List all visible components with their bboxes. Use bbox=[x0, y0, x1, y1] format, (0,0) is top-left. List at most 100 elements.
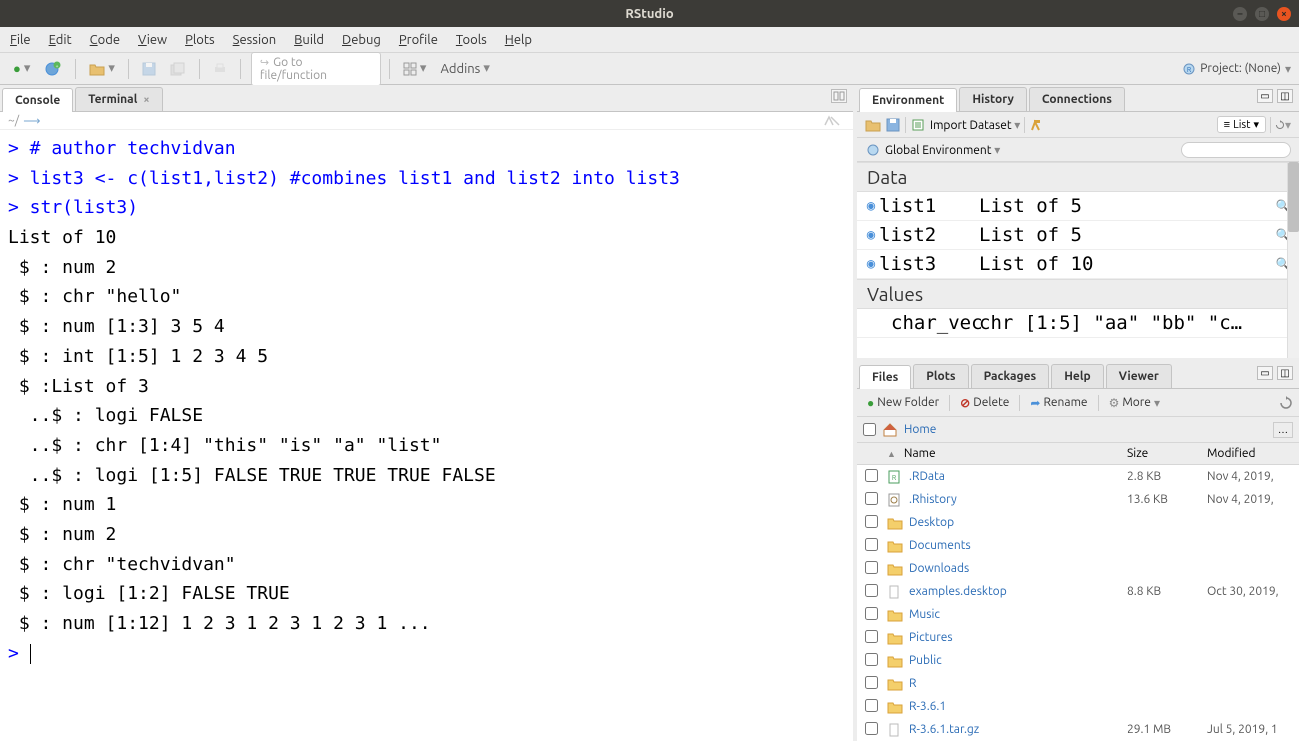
menu-view[interactable]: View bbox=[138, 33, 167, 47]
menu-profile[interactable]: Profile bbox=[399, 33, 438, 47]
file-row[interactable]: Pictures bbox=[857, 626, 1299, 649]
file-row[interactable]: R.RData2.8 KBNov 4, 2019, bbox=[857, 465, 1299, 488]
menu-code[interactable]: Code bbox=[90, 33, 120, 47]
file-name[interactable]: examples.desktop bbox=[909, 585, 1007, 598]
breadcrumb-home[interactable]: Home bbox=[904, 423, 936, 436]
file-row[interactable]: Downloads bbox=[857, 557, 1299, 580]
file-checkbox[interactable] bbox=[865, 607, 878, 620]
console-path-icon[interactable]: ⟶ bbox=[23, 114, 40, 128]
menu-debug[interactable]: Debug bbox=[342, 33, 381, 47]
tab-terminal[interactable]: Terminal× bbox=[75, 87, 162, 111]
select-all-checkbox[interactable] bbox=[863, 423, 876, 436]
file-name[interactable]: R-3.6.1.tar.gz bbox=[909, 723, 979, 736]
env-row[interactable]: ◉list3List of 10🔍 bbox=[857, 250, 1299, 279]
file-row[interactable]: Public bbox=[857, 649, 1299, 672]
file-checkbox[interactable] bbox=[865, 515, 878, 528]
refresh-files-icon[interactable] bbox=[1279, 396, 1293, 410]
file-name[interactable]: Public bbox=[909, 654, 942, 667]
file-row[interactable]: R bbox=[857, 672, 1299, 695]
path-more-button[interactable]: … bbox=[1273, 422, 1293, 438]
file-checkbox[interactable] bbox=[865, 722, 878, 735]
minimize-env-icon[interactable]: ▭ bbox=[1257, 89, 1273, 103]
col-name-header[interactable]: Name bbox=[904, 447, 936, 460]
maximize-files-icon[interactable]: ◫ bbox=[1277, 366, 1293, 380]
list-view-button[interactable]: ≡ List ▾ bbox=[1217, 116, 1266, 133]
save-button[interactable] bbox=[137, 59, 161, 79]
expand-icon[interactable]: ◉ bbox=[863, 198, 879, 214]
tab-packages[interactable]: Packages bbox=[971, 364, 1050, 388]
environment-scope[interactable]: Global Environment ▾ bbox=[885, 143, 1000, 157]
env-row[interactable]: char_vecchr [1:5] "aa" "bb" "c… bbox=[857, 309, 1299, 338]
console-output[interactable]: > # author techvidvan> list3 <- c(list1,… bbox=[0, 130, 853, 741]
expand-icon[interactable]: ◉ bbox=[863, 256, 879, 272]
new-project-button[interactable]: + bbox=[39, 58, 67, 80]
file-checkbox[interactable] bbox=[865, 492, 878, 505]
menu-session[interactable]: Session bbox=[233, 33, 276, 47]
tab-plots[interactable]: Plots bbox=[913, 364, 968, 388]
file-name[interactable]: Pictures bbox=[909, 631, 953, 644]
grid-view-button[interactable]: ▾ bbox=[398, 58, 432, 79]
menu-help[interactable]: Help bbox=[505, 33, 532, 47]
rename-button[interactable]: ➦ Rename bbox=[1026, 395, 1091, 411]
menu-file[interactable]: File bbox=[10, 33, 31, 47]
new-folder-button[interactable]: ● New Folder bbox=[863, 395, 943, 411]
file-name[interactable]: .RData bbox=[909, 470, 945, 483]
minimize-files-icon[interactable]: ▭ bbox=[1257, 366, 1273, 380]
file-row[interactable]: Documents bbox=[857, 534, 1299, 557]
file-row[interactable]: Desktop bbox=[857, 511, 1299, 534]
file-checkbox[interactable] bbox=[865, 561, 878, 574]
file-checkbox[interactable] bbox=[865, 699, 878, 712]
file-row[interactable]: R-3.6.1 bbox=[857, 695, 1299, 718]
import-dataset-button[interactable]: Import Dataset ▾ bbox=[930, 118, 1020, 132]
file-row[interactable]: examples.desktop8.8 KBOct 30, 2019, bbox=[857, 580, 1299, 603]
file-name[interactable]: Downloads bbox=[909, 562, 969, 575]
env-row[interactable]: ◉list2List of 5🔍 bbox=[857, 221, 1299, 250]
file-row[interactable]: R-3.6.1.tar.gz29.1 MBJul 5, 2019, 1 bbox=[857, 718, 1299, 741]
file-checkbox[interactable] bbox=[865, 584, 878, 597]
file-name[interactable]: Desktop bbox=[909, 516, 954, 529]
col-modified-header[interactable]: Modified bbox=[1207, 447, 1299, 460]
tab-history[interactable]: History bbox=[959, 87, 1027, 111]
file-checkbox[interactable] bbox=[865, 653, 878, 666]
save-all-button[interactable] bbox=[165, 59, 191, 79]
file-checkbox[interactable] bbox=[865, 676, 878, 689]
tab-help[interactable]: Help bbox=[1051, 364, 1103, 388]
maximize-env-icon[interactable]: ◫ bbox=[1277, 89, 1293, 103]
window-maximize-button[interactable]: □ bbox=[1255, 7, 1269, 21]
file-name[interactable]: Documents bbox=[909, 539, 971, 552]
tab-environment[interactable]: Environment bbox=[859, 88, 957, 112]
tab-files[interactable]: Files bbox=[859, 365, 911, 389]
expand-icon[interactable]: ◉ bbox=[863, 227, 879, 243]
col-size-header[interactable]: Size bbox=[1127, 447, 1207, 460]
window-close-button[interactable]: × bbox=[1277, 7, 1291, 21]
tab-connections[interactable]: Connections bbox=[1029, 87, 1125, 111]
clear-workspace-icon[interactable] bbox=[1029, 117, 1045, 133]
addins-button[interactable]: Addins ▾ bbox=[435, 58, 494, 79]
menu-edit[interactable]: Edit bbox=[49, 33, 72, 47]
maximize-pane-icon[interactable] bbox=[831, 89, 847, 103]
file-row[interactable]: Music bbox=[857, 603, 1299, 626]
environment-search-input[interactable] bbox=[1181, 142, 1291, 158]
menu-plots[interactable]: Plots bbox=[185, 33, 215, 47]
env-scrollbar[interactable] bbox=[1287, 162, 1299, 358]
open-file-button[interactable]: ▾ bbox=[84, 58, 120, 79]
menu-build[interactable]: Build bbox=[294, 33, 324, 47]
file-checkbox[interactable] bbox=[865, 538, 878, 551]
close-terminal-icon[interactable]: × bbox=[143, 94, 149, 106]
menu-tools[interactable]: Tools bbox=[456, 33, 487, 47]
goto-file-input[interactable]: ↪Go to file/function bbox=[251, 52, 381, 86]
file-name[interactable]: R bbox=[909, 677, 917, 690]
file-checkbox[interactable] bbox=[865, 630, 878, 643]
sort-asc-icon[interactable]: ▲ bbox=[887, 449, 896, 459]
file-name[interactable]: .Rhistory bbox=[909, 493, 957, 506]
project-menu[interactable]: R Project: (None) ▾ bbox=[1182, 62, 1291, 76]
file-name[interactable]: Music bbox=[909, 608, 940, 621]
new-file-button[interactable]: ●▾ bbox=[8, 58, 35, 79]
print-button[interactable] bbox=[208, 59, 232, 79]
more-button[interactable]: ⚙ More ▾ bbox=[1105, 395, 1164, 411]
import-dataset-icon[interactable] bbox=[910, 117, 926, 133]
save-workspace-icon[interactable] bbox=[885, 117, 901, 133]
env-row[interactable]: ◉list1List of 5🔍 bbox=[857, 192, 1299, 221]
file-checkbox[interactable] bbox=[865, 469, 878, 482]
refresh-env-icon[interactable]: ▾ bbox=[1275, 117, 1291, 133]
